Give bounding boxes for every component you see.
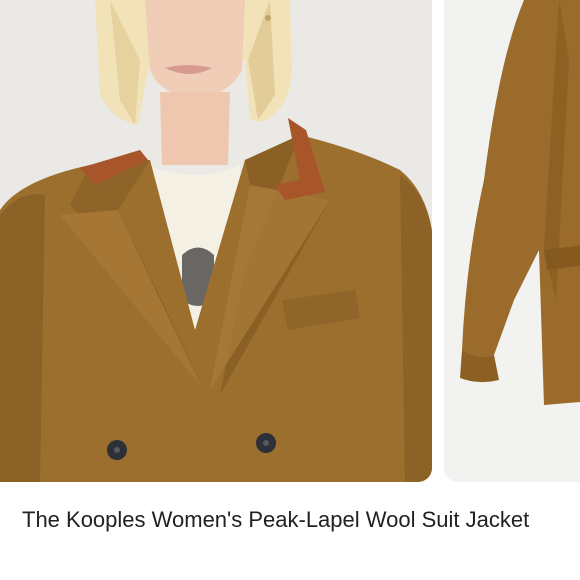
product-image-main[interactable]	[0, 0, 432, 482]
product-image-next[interactable]	[444, 0, 580, 482]
image-carousel[interactable]	[0, 0, 580, 482]
jacket-product-illustration	[444, 0, 580, 482]
product-title[interactable]: The Kooples Women's Peak-Lapel Wool Suit…	[22, 504, 562, 536]
model-jacket-illustration	[0, 0, 432, 482]
